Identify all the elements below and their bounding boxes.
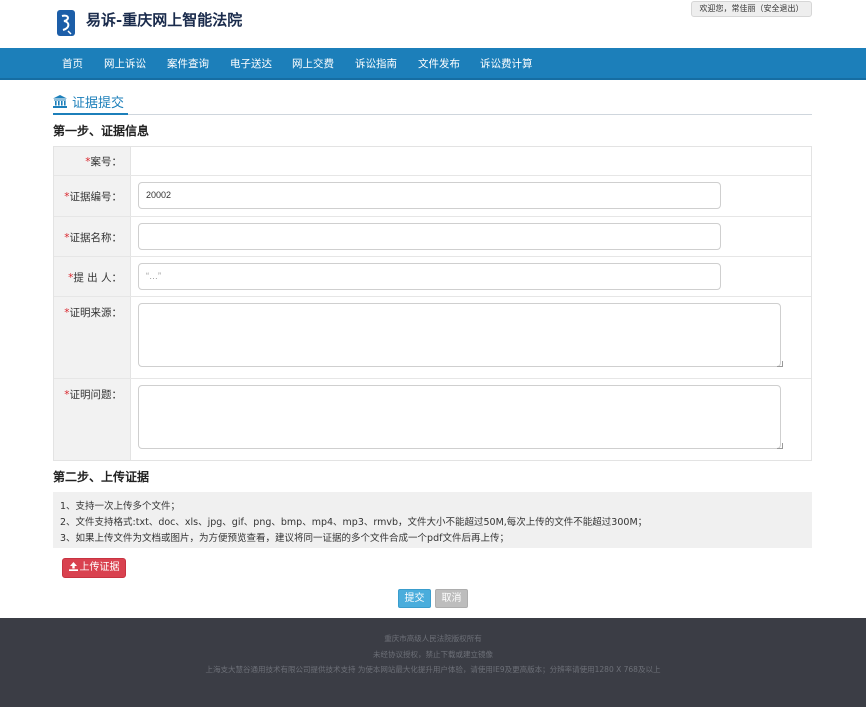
- evidence-no-input[interactable]: 20002: [138, 182, 721, 209]
- resize-grip-icon[interactable]: [777, 443, 783, 449]
- upload-icon: [68, 562, 78, 571]
- nav-item-home[interactable]: 首页: [62, 48, 83, 80]
- nav-item-e-delivery[interactable]: 电子送达: [230, 48, 272, 80]
- nav-item-fee-calculator[interactable]: 诉讼费计算: [480, 48, 533, 80]
- nav-item-case-query[interactable]: 案件查询: [167, 48, 209, 80]
- source-label: 证明来源：: [69, 307, 123, 319]
- resize-grip-icon[interactable]: [777, 361, 783, 367]
- footer: 重庆市高级人民法院版权所有 未经协议授权，禁止下载或建立镜像 上海支大慧谷通用技…: [0, 618, 866, 707]
- footer-copyright: 重庆市高级人民法院版权所有: [384, 634, 482, 643]
- purpose-label: 证明问题：: [69, 389, 123, 401]
- case-no-label: 案号：: [90, 156, 123, 168]
- main-nav: 首页 网上诉讼 案件查询 电子送达 网上交费 诉讼指南 文件发布 诉讼费计算: [0, 48, 866, 80]
- submitter-label: 提 出 人：: [73, 272, 122, 284]
- form-row-case-no: *案号：: [54, 147, 811, 176]
- cancel-button[interactable]: 取消: [435, 589, 468, 608]
- upload-button-label: 上传证据: [79, 562, 120, 573]
- evidence-form: *案号： *证据编号： 20002 *证据名称： *提 出 人： “…” *证明…: [53, 146, 812, 461]
- form-row-submitter: *提 出 人： “…”: [54, 257, 811, 297]
- note-item: 1、支持一次上传多个文件；: [60, 501, 181, 512]
- section-divider-accent: [53, 113, 128, 115]
- form-row-source: *证明来源：: [54, 297, 811, 379]
- upload-notes: 1、支持一次上传多个文件； 2、文件支持格式:txt、doc、xls、jpg、g…: [53, 492, 812, 548]
- note-item: 3、如果上传文件为文档或图片，为方便预览查看，建议将同一证据的多个文件合成一个p…: [60, 533, 509, 544]
- upload-evidence-button[interactable]: 上传证据: [62, 558, 126, 578]
- form-row-purpose: *证明问题：: [54, 379, 811, 460]
- evidence-name-input[interactable]: [138, 223, 721, 250]
- footer-notice: 未经协议授权，禁止下载或建立镜像: [373, 650, 493, 659]
- form-row-evidence-no: *证据编号： 20002: [54, 176, 811, 217]
- logout-link[interactable]: （安全退出）: [756, 4, 804, 13]
- bank-icon: [53, 95, 67, 108]
- yisu-court-logo[interactable]: [56, 9, 76, 37]
- purpose-textarea[interactable]: [138, 385, 781, 449]
- nav-item-documents[interactable]: 文件发布: [418, 48, 460, 80]
- nav-item-online-payment[interactable]: 网上交费: [292, 48, 334, 80]
- note-item: 2、文件支持格式:txt、doc、xls、jpg、gif、png、bmp、mp4…: [60, 517, 648, 528]
- user-status-box: 欢迎您，常佳丽（安全退出）: [691, 1, 812, 17]
- submitter-input[interactable]: “…”: [138, 263, 721, 290]
- site-title: 易诉-重庆网上智能法院: [86, 11, 243, 29]
- step2-title: 第二步、上传证据: [53, 470, 150, 484]
- step1-title: 第一步、证据信息: [53, 124, 150, 138]
- nav-item-online-litigation[interactable]: 网上诉讼: [104, 48, 146, 80]
- footer-support: 上海支大慧谷通用技术有限公司提供技术支持 为使本网站最大化提升用户体验，请使用I…: [205, 665, 661, 674]
- evidence-name-label: 证据名称：: [69, 232, 123, 244]
- submit-button[interactable]: 提交: [398, 589, 431, 608]
- header: 易诉-重庆网上智能法院 欢迎您，常佳丽（安全退出）: [0, 0, 866, 48]
- evidence-no-label: 证据编号：: [69, 191, 123, 203]
- nav-item-litigation-guide[interactable]: 诉讼指南: [355, 48, 397, 80]
- section-divider: [53, 114, 812, 115]
- form-row-evidence-name: *证据名称：: [54, 217, 811, 257]
- section-title: 证据提交: [72, 96, 125, 111]
- user-greeting: 欢迎您，常佳丽: [699, 4, 756, 13]
- source-textarea[interactable]: [138, 303, 781, 367]
